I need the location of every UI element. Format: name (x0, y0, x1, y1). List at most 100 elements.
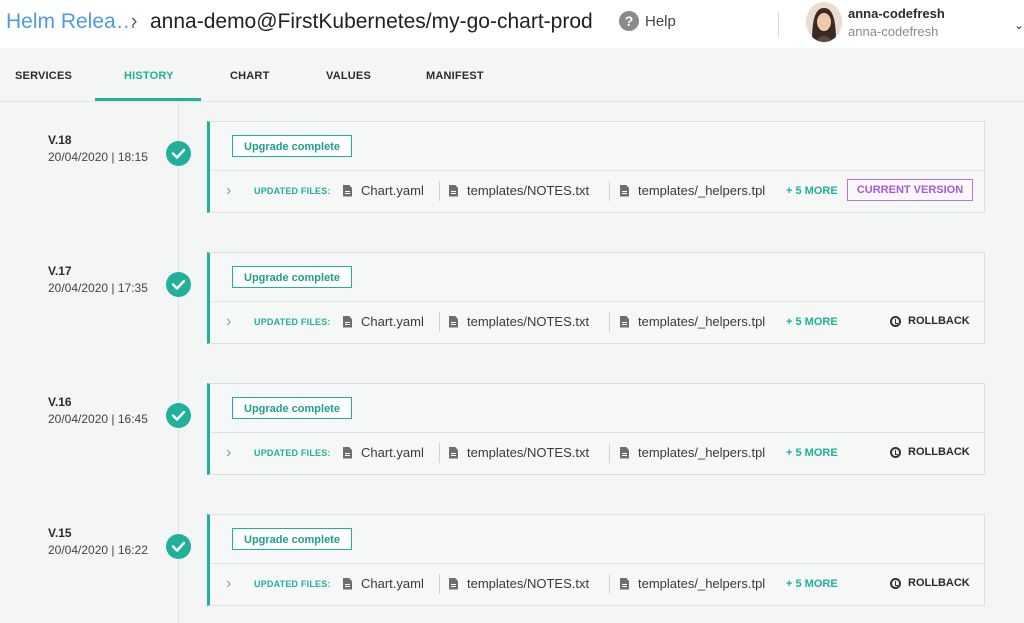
file-divider (439, 312, 440, 332)
file-divider (439, 574, 440, 594)
file-link[interactable]: templates/_helpers.tpl (620, 183, 765, 198)
version-label: V.17 (48, 264, 72, 278)
file-name: templates/_helpers.tpl (638, 576, 766, 591)
history-entry: V.17 20/04/2020 | 17:35 Upgrade complete… (0, 252, 1024, 352)
release-date: 20/04/2020 | 18:15 (48, 150, 148, 164)
release-date: 20/04/2020 | 16:22 (48, 543, 148, 557)
file-name: templates/_helpers.tpl (638, 314, 766, 329)
file-name: templates/NOTES.txt (467, 314, 590, 329)
file-link[interactable]: templates/NOTES.txt (449, 445, 589, 460)
file-link[interactable]: Chart.yaml (343, 314, 424, 329)
tab-values[interactable]: VALUES (326, 70, 371, 82)
file-icon (449, 184, 458, 197)
file-divider (609, 574, 610, 594)
status-badge: Upgrade complete (232, 135, 352, 157)
rollback-button[interactable]: ROLLBACK (890, 315, 970, 327)
release-card: Upgrade complete › UPDATED FILES: Chart.… (207, 383, 985, 475)
rollback-label: ROLLBACK (908, 446, 970, 458)
updated-files-row: › UPDATED FILES: Chart.yaml templates/NO… (210, 302, 984, 344)
file-icon (449, 446, 458, 459)
file-name: Chart.yaml (361, 183, 424, 198)
file-icon (620, 184, 629, 197)
page-title: anna-demo@FirstKubernetes/my-go-chart-pr… (150, 10, 593, 33)
header-divider (778, 12, 779, 38)
file-link[interactable]: Chart.yaml (343, 445, 424, 460)
file-icon (620, 577, 629, 590)
more-files-link[interactable]: + 5 MORE (786, 316, 838, 328)
rollback-button[interactable]: ROLLBACK (890, 446, 970, 458)
history-entry: V.15 20/04/2020 | 16:22 Upgrade complete… (0, 514, 1024, 614)
file-link[interactable]: templates/NOTES.txt (449, 183, 589, 198)
user-account: anna-codefresh (848, 24, 939, 39)
file-link[interactable]: templates/NOTES.txt (449, 314, 589, 329)
file-icon (343, 184, 352, 197)
file-divider (439, 443, 440, 463)
file-icon (343, 315, 352, 328)
file-icon (343, 577, 352, 590)
chevron-right-icon[interactable]: › (226, 313, 231, 331)
file-link[interactable]: templates/_helpers.tpl (620, 576, 765, 591)
updated-files-row: › UPDATED FILES: Chart.yaml templates/NO… (210, 564, 984, 606)
help-button[interactable]: ? Help (619, 11, 676, 31)
updated-files-row: › UPDATED FILES: Chart.yaml templates/NO… (210, 433, 984, 475)
file-name: templates/_helpers.tpl (638, 445, 766, 460)
rollback-label: ROLLBACK (908, 577, 970, 589)
file-link[interactable]: Chart.yaml (343, 183, 424, 198)
check-circle-icon (166, 403, 191, 428)
file-icon (449, 577, 458, 590)
updated-files-label: UPDATED FILES: (254, 186, 331, 196)
release-date: 20/04/2020 | 17:35 (48, 281, 148, 295)
more-files-link[interactable]: + 5 MORE (786, 578, 838, 590)
release-date: 20/04/2020 | 16:45 (48, 412, 148, 426)
file-divider (609, 443, 610, 463)
tab-bar: SERVICES HISTORY CHART VALUES MANIFEST (0, 48, 1024, 102)
chevron-right-icon[interactable]: › (226, 182, 231, 200)
version-label: V.15 (48, 526, 72, 540)
updated-files-label: UPDATED FILES: (254, 317, 331, 327)
tab-history[interactable]: HISTORY (124, 70, 174, 82)
file-name: Chart.yaml (361, 314, 424, 329)
active-tab-indicator (95, 98, 201, 101)
top-header: Helm Relea… › anna-demo@FirstKubernetes/… (0, 0, 1024, 48)
tab-manifest[interactable]: MANIFEST (426, 70, 484, 82)
version-label: V.16 (48, 395, 72, 409)
file-link[interactable]: templates/_helpers.tpl (620, 445, 765, 460)
more-files-link[interactable]: + 5 MORE (786, 447, 838, 459)
file-link[interactable]: Chart.yaml (343, 576, 424, 591)
chevron-down-icon[interactable]: ⌄ (1014, 18, 1024, 32)
rollback-button[interactable]: ROLLBACK (890, 577, 970, 589)
rollback-label: ROLLBACK (908, 315, 970, 327)
history-icon (890, 577, 901, 589)
chevron-right-icon[interactable]: › (226, 575, 231, 593)
user-name: anna-codefresh (848, 6, 945, 21)
help-icon: ? (619, 11, 639, 31)
file-name: templates/NOTES.txt (467, 183, 590, 198)
release-card: Upgrade complete › UPDATED FILES: Chart.… (207, 252, 985, 344)
file-link[interactable]: templates/_helpers.tpl (620, 314, 765, 329)
status-badge: Upgrade complete (232, 266, 352, 288)
file-icon (620, 315, 629, 328)
more-files-link[interactable]: + 5 MORE (786, 185, 838, 197)
release-card: Upgrade complete › UPDATED FILES: Chart.… (207, 121, 985, 213)
file-name: templates/_helpers.tpl (638, 183, 766, 198)
version-label: V.18 (48, 133, 72, 147)
avatar[interactable] (806, 2, 842, 42)
tab-chart[interactable]: CHART (230, 70, 270, 82)
help-label: Help (645, 12, 676, 30)
history-icon (890, 446, 901, 458)
check-circle-icon (166, 272, 191, 297)
updated-files-row: › UPDATED FILES: Chart.yaml templates/NO… (210, 171, 984, 213)
file-divider (609, 312, 610, 332)
tab-services[interactable]: SERVICES (15, 70, 72, 82)
file-name: Chart.yaml (361, 445, 424, 460)
check-circle-icon (166, 534, 191, 559)
file-link[interactable]: templates/NOTES.txt (449, 576, 589, 591)
release-card: Upgrade complete › UPDATED FILES: Chart.… (207, 514, 985, 606)
updated-files-label: UPDATED FILES: (254, 448, 331, 458)
file-divider (609, 181, 610, 201)
updated-files-label: UPDATED FILES: (254, 579, 331, 589)
chevron-right-icon[interactable]: › (226, 444, 231, 462)
status-badge: Upgrade complete (232, 528, 352, 550)
file-divider (439, 181, 440, 201)
breadcrumb-helm-releases-link[interactable]: Helm Relea… (6, 10, 137, 34)
